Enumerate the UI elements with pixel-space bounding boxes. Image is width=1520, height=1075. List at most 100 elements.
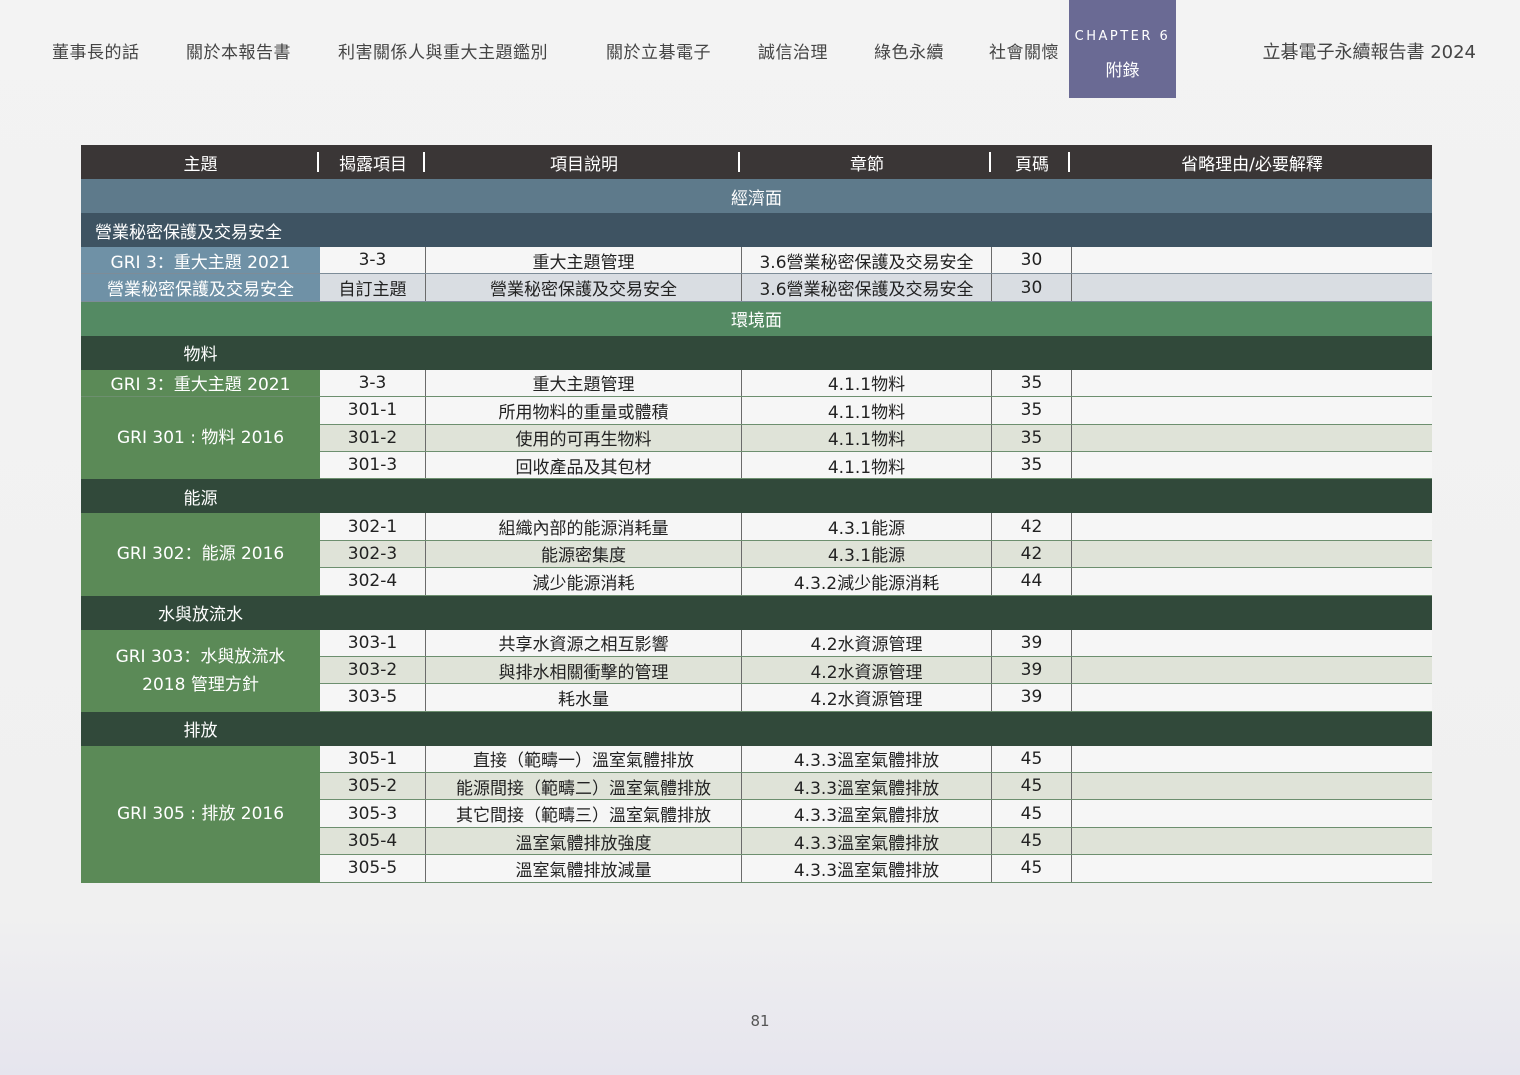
omission-cell bbox=[1072, 800, 1432, 827]
table-row: GRI 3：重大主題 2021 3-3 重大主題管理 4.1.1物料 35 bbox=[81, 369, 1432, 398]
header-description: 項目說明 bbox=[550, 154, 618, 175]
gri-group-label: GRI 305 : 排放 2016 bbox=[81, 745, 320, 883]
description-cell: 重大主題管理 bbox=[426, 369, 742, 397]
economic-rows: GRI 3：重大主題 2021 3-3 重大主題管理 3.6營業秘密保護及交易安… bbox=[81, 247, 1432, 302]
item-cell: 302-3 bbox=[320, 540, 426, 568]
subtopic-title: 能源 bbox=[183, 488, 218, 509]
nav-item-stakeholders[interactable]: 利害關係人與重大主題鑑別 bbox=[338, 38, 548, 63]
omission-cell bbox=[1072, 827, 1432, 855]
omission-cell bbox=[1072, 745, 1432, 773]
header-topic: 主題 bbox=[183, 154, 218, 175]
group-label-line: GRI 303：水與放流水 bbox=[115, 646, 286, 667]
page-cell: 45 bbox=[992, 745, 1072, 773]
omission-cell bbox=[1072, 629, 1432, 656]
page-cell: 44 bbox=[992, 568, 1072, 595]
nav-item-chairman[interactable]: 董事長的話 bbox=[52, 38, 140, 63]
item-cell: 303-2 bbox=[320, 656, 426, 684]
gri-group: GRI 302：能源 2016 302-1 組織內部的能源消耗量 4.3.1能源… bbox=[81, 513, 1432, 596]
item-cell: 3-3 bbox=[320, 247, 426, 274]
item-cell: 301-2 bbox=[320, 424, 426, 451]
page-cell: 42 bbox=[992, 513, 1072, 540]
header-divider bbox=[1068, 152, 1070, 172]
item-cell: 305-5 bbox=[320, 855, 426, 882]
gri-group-rows: 303-1 共享水資源之相互影響 4.2水資源管理 39 303-2 與排水相關… bbox=[320, 629, 1432, 712]
table-header-row: 主題 揭露項目 項目說明 章節 頁碼 省略理由/必要解釋 bbox=[81, 145, 1432, 179]
description-cell: 其它間接（範疇三）溫室氣體排放 bbox=[426, 800, 742, 827]
gri-index-table: 主題 揭露項目 項目說明 章節 頁碼 省略理由/必要解釋 經濟面 營業秘密保護及… bbox=[81, 145, 1432, 883]
gri-group: GRI 303：水與放流水 2018 管理方針 303-1 共享水資源之相互影響 … bbox=[81, 629, 1432, 712]
report-title: 立碁電子永續報告書 2024 bbox=[1262, 42, 1476, 63]
header-divider bbox=[423, 152, 425, 172]
section-cell: 3.6營業秘密保護及交易安全 bbox=[742, 247, 992, 274]
economic-band: 經濟面 bbox=[81, 179, 1432, 213]
page-cell: 45 bbox=[992, 773, 1072, 800]
nav-item-about-company[interactable]: 關於立碁電子 bbox=[606, 38, 711, 63]
table-row: 營業秘密保護及交易安全 自訂主題 營業秘密保護及交易安全 3.6營業秘密保護及交… bbox=[81, 274, 1432, 302]
section-cell: 4.3.3溫室氣體排放 bbox=[742, 855, 992, 882]
header-divider bbox=[738, 152, 740, 172]
description-cell: 組織內部的能源消耗量 bbox=[426, 513, 742, 540]
page-cell: 42 bbox=[992, 540, 1072, 568]
omission-cell bbox=[1072, 247, 1432, 274]
page-cell: 45 bbox=[992, 800, 1072, 827]
section-cell: 4.2水資源管理 bbox=[742, 684, 992, 711]
omission-cell bbox=[1072, 513, 1432, 540]
topic-cell: GRI 3：重大主題 2021 bbox=[81, 369, 320, 397]
gri-group-label: GRI 301 : 物料 2016 bbox=[81, 397, 320, 480]
omission-cell bbox=[1072, 568, 1432, 595]
omission-cell bbox=[1072, 656, 1432, 684]
table-row: 305-4 溫室氣體排放強度 4.3.3溫室氣體排放 45 bbox=[320, 827, 1432, 856]
nav-item-integrity[interactable]: 誠信治理 bbox=[758, 38, 828, 63]
nav-item-green[interactable]: 綠色永續 bbox=[874, 38, 944, 63]
subtopic-title: 物料 bbox=[183, 345, 218, 366]
group-label-line: GRI 302：能源 2016 bbox=[116, 544, 285, 565]
page-number: 81 bbox=[750, 1012, 770, 1030]
environment-subtopic: 水與放流水 bbox=[81, 595, 1432, 630]
section-cell: 4.3.2減少能源消耗 bbox=[742, 568, 992, 595]
item-cell: 3-3 bbox=[320, 369, 426, 397]
section-cell: 4.3.3溫室氣體排放 bbox=[742, 745, 992, 773]
item-cell: 305-2 bbox=[320, 773, 426, 800]
section-cell: 4.3.1能源 bbox=[742, 540, 992, 568]
table-row: 302-4 減少能源消耗 4.3.2減少能源消耗 44 bbox=[320, 568, 1432, 596]
nav-item-about-report[interactable]: 關於本報告書 bbox=[186, 38, 291, 63]
header-divider bbox=[317, 152, 319, 172]
table-row: 301-1 所用物料的重量或體積 4.1.1物料 35 bbox=[320, 397, 1432, 425]
item-cell: 305-1 bbox=[320, 745, 426, 773]
description-cell: 溫室氣體排放強度 bbox=[426, 827, 742, 855]
group-label-line: 2018 管理方針 bbox=[142, 674, 259, 695]
page-cell: 35 bbox=[992, 424, 1072, 451]
description-cell: 能源密集度 bbox=[426, 540, 742, 568]
omission-cell bbox=[1072, 855, 1432, 882]
environment-subtopic: 能源 bbox=[81, 479, 1432, 514]
description-cell: 與排水相關衝擊的管理 bbox=[426, 656, 742, 684]
page-cell: 39 bbox=[992, 684, 1072, 711]
description-cell: 耗水量 bbox=[426, 684, 742, 711]
section-cell: 4.2水資源管理 bbox=[742, 656, 992, 684]
item-cell: 303-1 bbox=[320, 629, 426, 656]
description-cell: 所用物料的重量或體積 bbox=[426, 397, 742, 424]
page-cell: 35 bbox=[992, 451, 1072, 479]
item-cell: 302-1 bbox=[320, 513, 426, 540]
omission-cell bbox=[1072, 451, 1432, 479]
nav-item-appendix-active[interactable]: CHAPTER 6 附錄 bbox=[1069, 0, 1176, 98]
table-row: GRI 3：重大主題 2021 3-3 重大主題管理 3.6營業秘密保護及交易安… bbox=[81, 247, 1432, 275]
group-label-line: GRI 305 : 排放 2016 bbox=[116, 804, 285, 825]
item-cell: 302-4 bbox=[320, 568, 426, 595]
gri-group-label: GRI 303：水與放流水 2018 管理方針 bbox=[81, 629, 320, 712]
gri-group-rows: 305-1 直接（範疇一）溫室氣體排放 4.3.3溫室氣體排放 45 305-2… bbox=[320, 745, 1432, 883]
item-cell: 305-4 bbox=[320, 827, 426, 855]
subtopic-title: 排放 bbox=[183, 721, 218, 742]
section-cell: 4.1.1物料 bbox=[742, 369, 992, 397]
top-navigation: 董事長的話 關於本報告書 利害關係人與重大主題鑑別 關於立碁電子 誠信治理 綠色… bbox=[0, 0, 1520, 100]
omission-cell bbox=[1072, 274, 1432, 301]
page-cell: 30 bbox=[992, 247, 1072, 274]
environment-band: 環境面 bbox=[81, 301, 1432, 336]
chapter-label: 附錄 bbox=[1105, 61, 1140, 81]
nav-item-social[interactable]: 社會關懷 bbox=[989, 38, 1059, 63]
group-label-line: GRI 301 : 物料 2016 bbox=[116, 428, 285, 449]
item-cell: 301-3 bbox=[320, 451, 426, 479]
omission-cell bbox=[1072, 424, 1432, 451]
table-row: 305-2 能源間接（範疇二）溫室氣體排放 4.3.3溫室氣體排放 45 bbox=[320, 773, 1432, 801]
description-cell: 使用的可再生物料 bbox=[426, 424, 742, 451]
